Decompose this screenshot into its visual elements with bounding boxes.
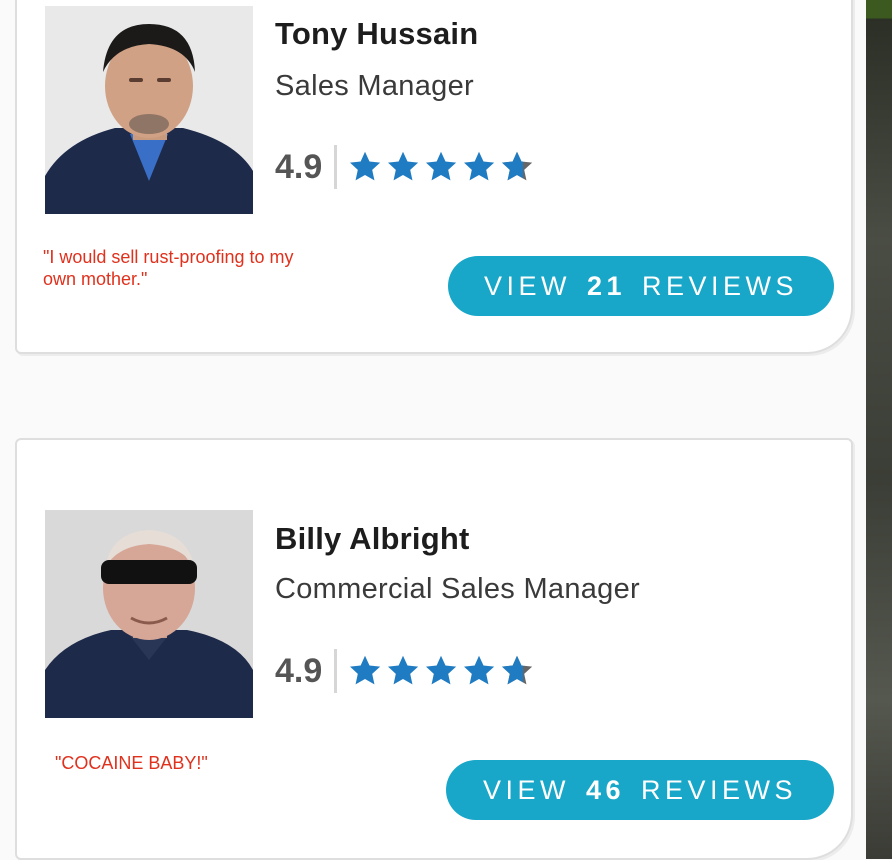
- star-partial-icon: [502, 655, 533, 685]
- star-icon: [426, 151, 457, 181]
- button-reviews-label: REVIEWS: [641, 774, 798, 805]
- rating-divider: [334, 145, 338, 189]
- star-icon: [464, 151, 495, 181]
- view-reviews-button[interactable]: VIEW 21 REVIEWS: [448, 256, 834, 316]
- background-photo-strip: [866, 0, 892, 859]
- staff-name: Billy Albright: [275, 521, 470, 556]
- button-view-label: VIEW: [483, 270, 571, 301]
- star-icon: [350, 151, 381, 181]
- quote-annotation: "COCAINE BABY!": [55, 753, 208, 773]
- button-reviews-label: REVIEWS: [642, 270, 799, 301]
- rating: 4.9: [275, 646, 535, 696]
- star-icon: [426, 655, 457, 685]
- rating-value: 4.9: [275, 651, 323, 690]
- star-rating: [347, 653, 535, 689]
- staff-photo: [45, 510, 253, 718]
- rating-value: 4.9: [275, 147, 323, 186]
- star-icon: [388, 655, 419, 685]
- star-partial-icon: [502, 151, 533, 181]
- star-icon: [350, 655, 381, 685]
- review-count: 21: [586, 270, 627, 301]
- staff-photo: [45, 6, 253, 214]
- staff-title: Sales Manager: [275, 70, 474, 102]
- button-view-label: VIEW: [482, 774, 570, 805]
- staff-card-billy-albright: Billy Albright Commercial Sales Manager …: [15, 438, 853, 860]
- rating: 4.9: [275, 142, 535, 192]
- star-icon: [464, 655, 495, 685]
- staff-card-tony-hussain: Tony Hussain Sales Manager 4.9 "I would …: [15, 0, 853, 354]
- view-reviews-button[interactable]: VIEW 46 REVIEWS: [446, 760, 834, 820]
- rating-divider: [334, 649, 338, 693]
- star-rating: [347, 149, 535, 185]
- quote-annotation: "I would sell rust-proofing to my own mo…: [43, 247, 294, 289]
- staff-name: Tony Hussain: [275, 16, 479, 51]
- star-icon: [388, 151, 419, 181]
- review-count: 46: [585, 774, 626, 805]
- staff-title: Commercial Sales Manager: [275, 573, 640, 605]
